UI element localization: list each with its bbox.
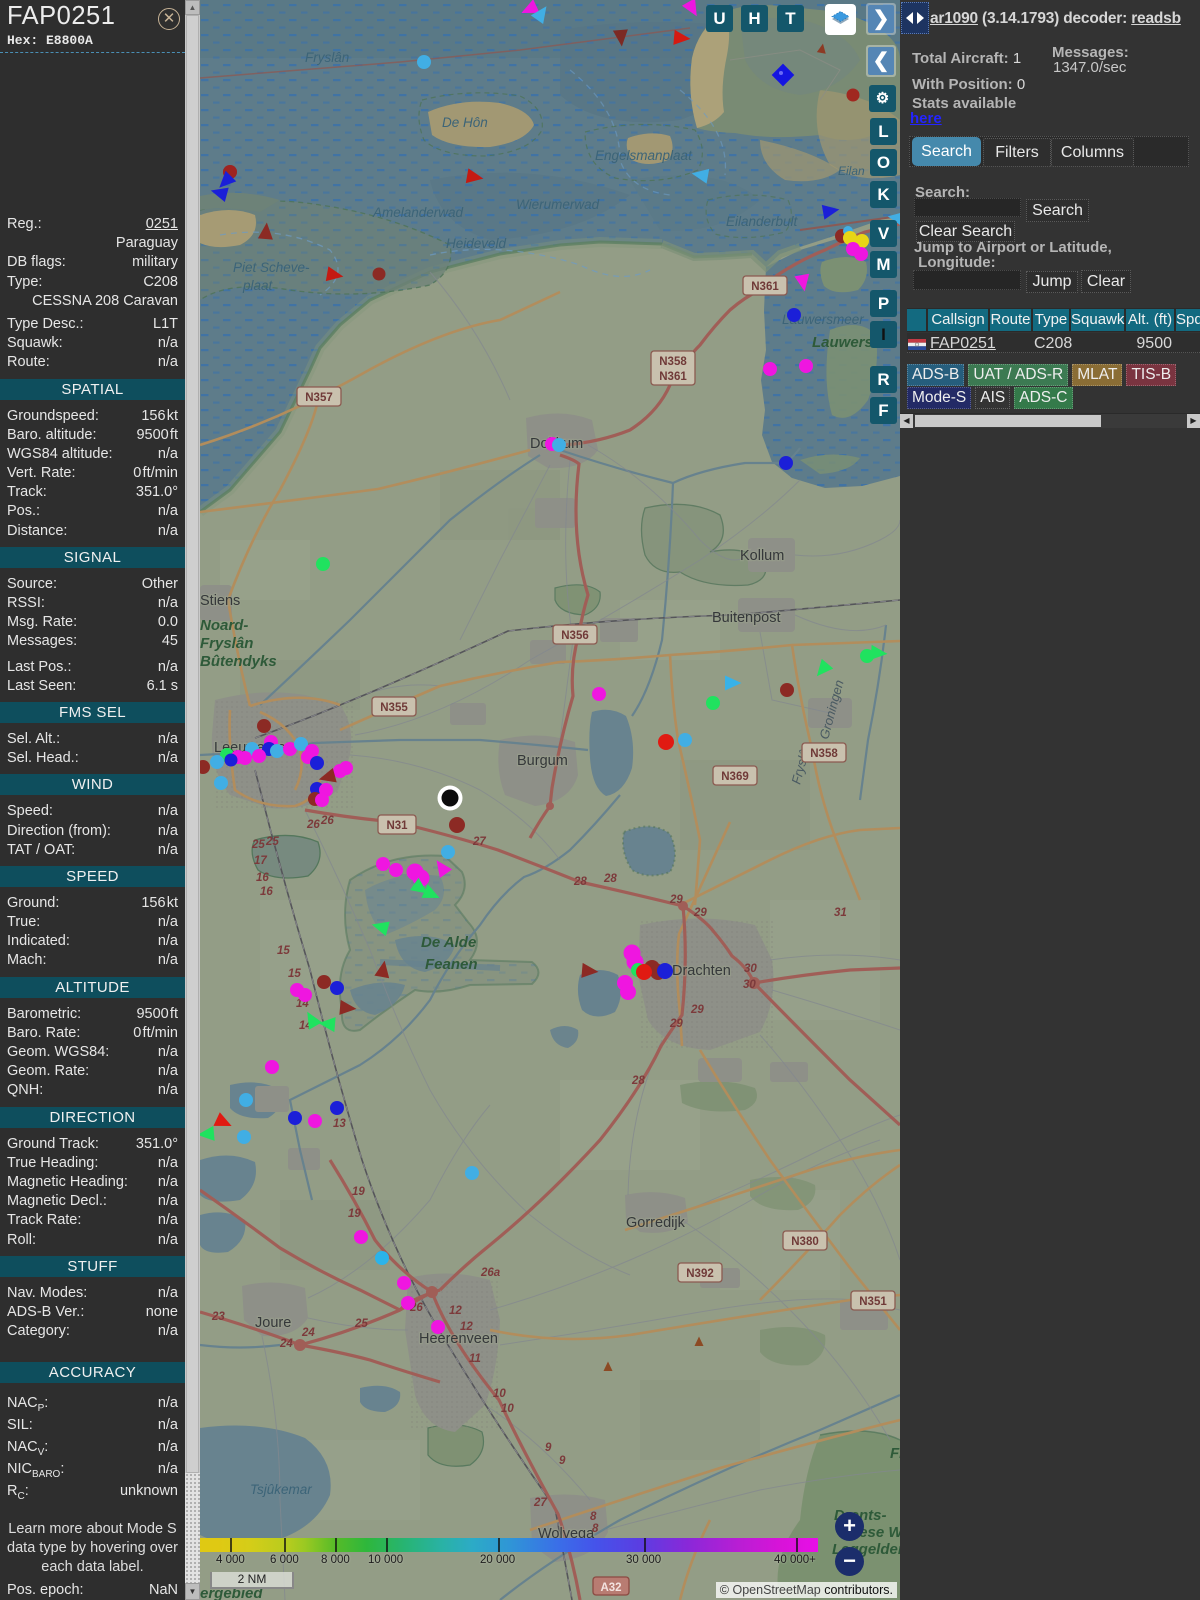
svg-text:Kollum: Kollum [740, 548, 784, 564]
svg-text:Tsjûkemar: Tsjûkemar [250, 1482, 312, 1497]
svg-text:De Alde: De Alde [421, 934, 476, 951]
svg-text:10: 10 [501, 1403, 514, 1415]
svg-text:26: 26 [320, 815, 334, 827]
svg-text:N356: N356 [561, 630, 589, 642]
svg-text:29: 29 [669, 894, 683, 906]
svg-text:Gorredijk: Gorredijk [626, 1215, 686, 1231]
svg-text:8: 8 [590, 1511, 597, 1523]
svg-text:16: 16 [256, 872, 269, 884]
svg-text:13: 13 [333, 1118, 346, 1130]
svg-text:plaat: plaat [242, 278, 274, 293]
svg-text:Fryslân: Fryslân [305, 50, 349, 65]
svg-text:19: 19 [348, 1208, 361, 1220]
svg-text:25: 25 [251, 839, 265, 851]
svg-text:11: 11 [469, 1353, 481, 1365]
svg-text:Heideveld: Heideveld [446, 236, 507, 251]
svg-text:Fryslân: Fryslân [200, 635, 253, 652]
svg-text:Fri: Fri [890, 1445, 900, 1462]
svg-text:29: 29 [693, 907, 707, 919]
svg-text:31: 31 [834, 907, 847, 919]
svg-text:9: 9 [545, 1442, 552, 1454]
svg-text:N31: N31 [386, 820, 408, 832]
svg-text:Engelsmanplaat: Engelsmanplaat [595, 148, 693, 163]
svg-text:N361: N361 [659, 371, 687, 383]
svg-text:Drachten: Drachten [672, 963, 731, 979]
svg-text:N358: N358 [659, 356, 687, 368]
svg-text:Burgum: Burgum [517, 753, 568, 769]
svg-text:15: 15 [277, 945, 290, 957]
svg-text:29: 29 [669, 1018, 683, 1030]
svg-text:Heerenveen: Heerenveen [419, 1331, 498, 1347]
svg-text:29: 29 [690, 1004, 704, 1016]
svg-text:30: 30 [744, 963, 757, 975]
svg-text:19: 19 [352, 1186, 365, 1198]
svg-text:A32: A32 [600, 1582, 621, 1594]
svg-text:12: 12 [449, 1305, 462, 1317]
svg-text:Noard-: Noard- [200, 617, 248, 634]
svg-text:N357: N357 [305, 392, 333, 404]
svg-text:N380: N380 [791, 1236, 819, 1248]
svg-text:N351: N351 [859, 1296, 887, 1308]
svg-text:25: 25 [354, 1318, 368, 1330]
svg-text:27: 27 [472, 836, 486, 848]
svg-text:N392: N392 [686, 1268, 714, 1280]
svg-text:30: 30 [743, 979, 756, 991]
svg-text:Eilan: Eilan [838, 164, 865, 178]
svg-text:8: 8 [592, 1523, 599, 1535]
svg-text:10: 10 [493, 1388, 506, 1400]
svg-text:Eilanderbult: Eilanderbult [726, 214, 799, 229]
svg-text:26a: 26a [480, 1267, 501, 1279]
svg-text:Amelanderwad: Amelanderwad [372, 205, 464, 220]
svg-text:24: 24 [301, 1327, 315, 1339]
svg-text:Bûtendyks: Bûtendyks [200, 653, 277, 670]
svg-text:N358: N358 [810, 748, 838, 760]
svg-text:24: 24 [279, 1338, 293, 1350]
svg-text:28: 28 [573, 876, 587, 888]
svg-text:26: 26 [306, 819, 320, 831]
svg-text:28: 28 [603, 873, 617, 885]
svg-text:Wierumerwad: Wierumerwad [516, 197, 600, 212]
svg-text:N361: N361 [751, 281, 779, 293]
svg-text:16: 16 [260, 886, 273, 898]
svg-text:Piet Scheve-: Piet Scheve- [233, 260, 310, 275]
svg-text:De Hôn: De Hôn [442, 115, 488, 130]
svg-text:25: 25 [265, 836, 279, 848]
svg-text:Feanen: Feanen [425, 956, 478, 973]
svg-text:12: 12 [460, 1321, 473, 1333]
svg-text:28: 28 [631, 1075, 645, 1087]
svg-text:17: 17 [254, 855, 267, 867]
svg-text:N369: N369 [721, 771, 749, 783]
svg-text:15: 15 [288, 968, 301, 980]
svg-text:N355: N355 [380, 702, 408, 714]
svg-text:9: 9 [559, 1455, 566, 1467]
svg-text:Buitenpost: Buitenpost [712, 610, 781, 626]
svg-text:27: 27 [533, 1497, 547, 1509]
svg-text:23: 23 [211, 1311, 225, 1323]
svg-text:Stiens: Stiens [200, 593, 240, 609]
svg-text:Joure: Joure [255, 1315, 291, 1331]
